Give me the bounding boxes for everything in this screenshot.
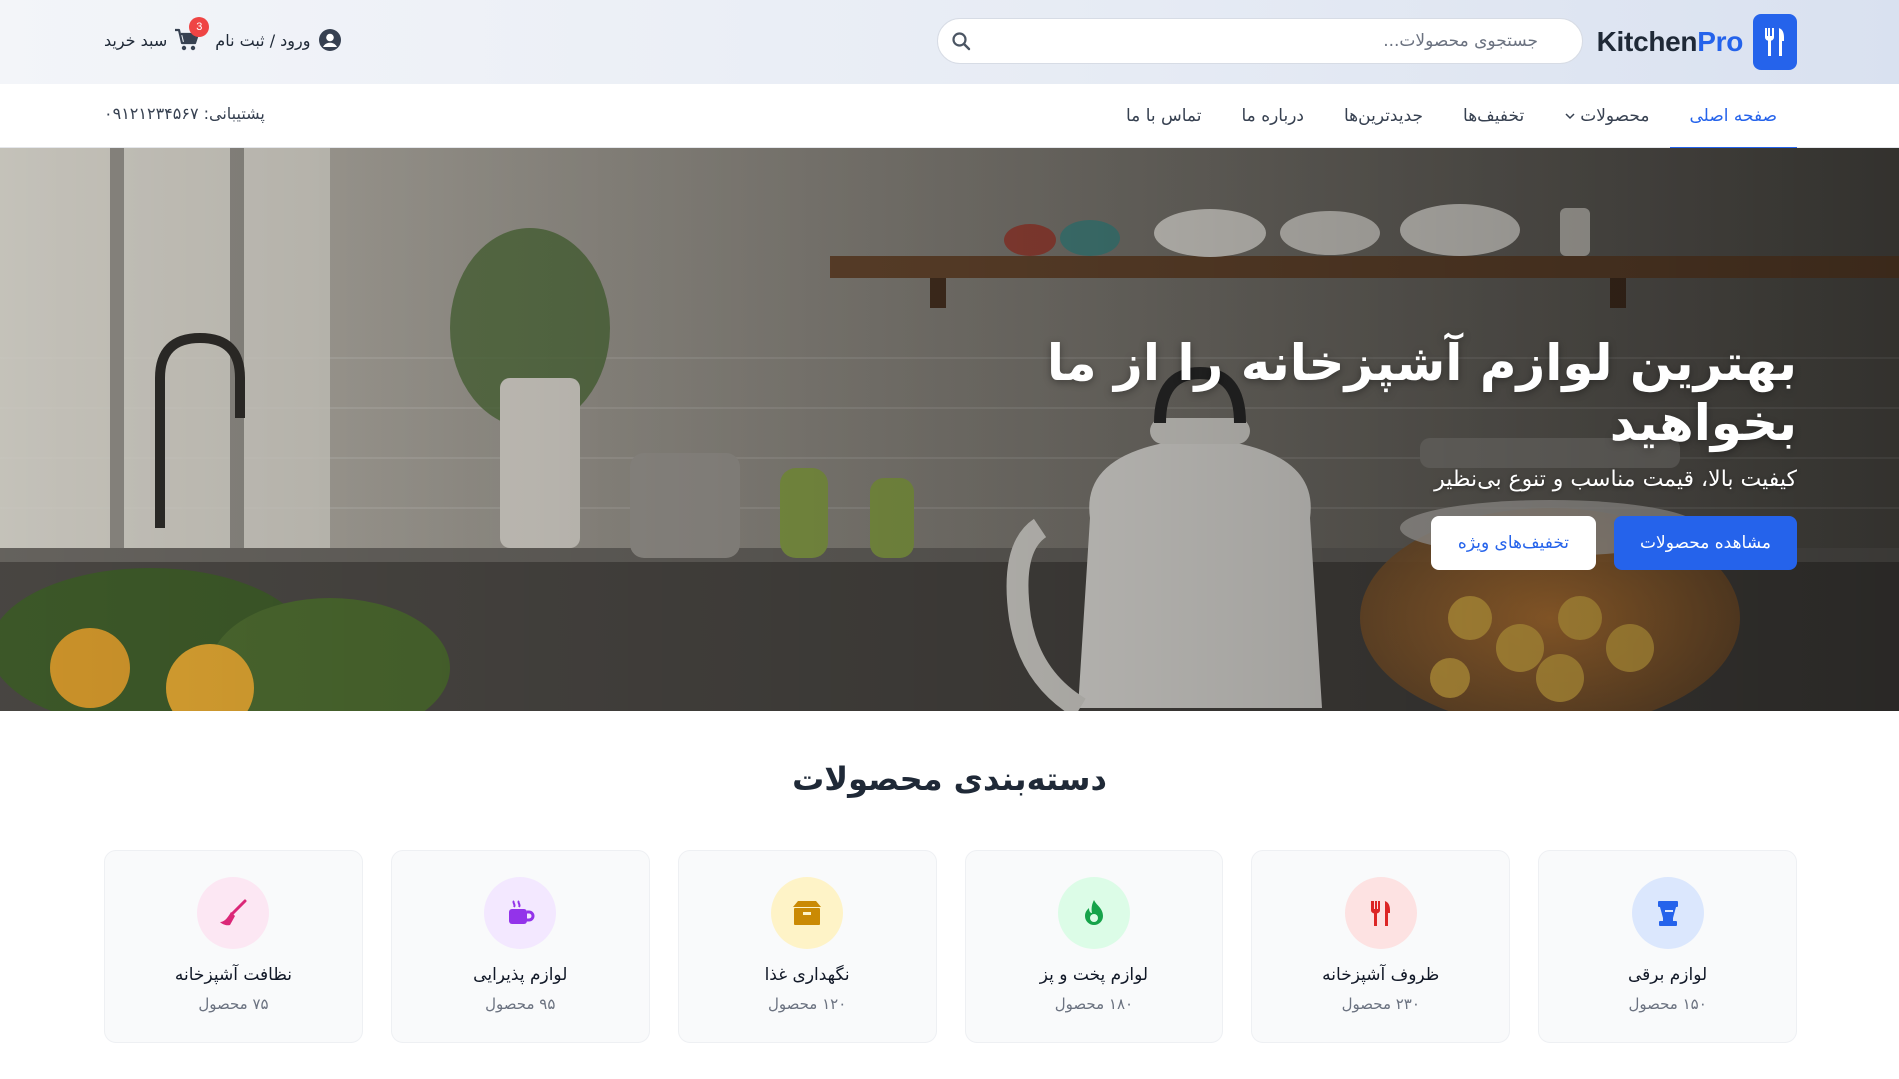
user-area: سبد خرید 3 ورود / ثبت نام [104, 17, 342, 60]
support-phone: پشتیبانی: ۰۹۱۲۱۲۳۴۵۶۷ [104, 104, 265, 123]
category-card-cooking[interactable]: لوازم پخت و پز ۱۸۰ محصول [964, 850, 1224, 1043]
top-header: KitchenPro سبد خرید 3 و [0, 0, 1899, 84]
utensils-icon [1344, 877, 1417, 949]
special-offers-button[interactable]: تخفیف‌های ویژه [1430, 516, 1597, 570]
search-icon [952, 32, 971, 51]
broom-icon [197, 877, 270, 949]
hero-banner: بهترین لوازم آشپزخانه را از ما بخواهید ک… [0, 148, 1899, 711]
cart-count-badge: 3 [189, 17, 210, 37]
category-card-dishes[interactable]: ظروف آشپزخانه ۲۳۰ محصول [1251, 850, 1511, 1043]
nav-item-label: صفحه اصلی [1689, 106, 1777, 126]
nav-item-label: محصولات [1580, 106, 1650, 126]
category-name: نگهداری غذا [764, 965, 850, 985]
login-label: ورود / ثبت نام [215, 30, 311, 50]
hero-title: بهترین لوازم آشپزخانه را از ما بخواهید [1046, 334, 1797, 452]
fire-icon [1057, 877, 1130, 949]
category-count: ۹۵ محصول [485, 995, 556, 1013]
mug-hot-icon [484, 877, 557, 949]
category-count: ۱۲۰ محصول [767, 995, 847, 1013]
categories-grid: لوازم برقی ۱۵۰ محصول ظروف آشپزخانه ۲۳۰ م… [104, 850, 1797, 1043]
category-card-storage[interactable]: نگهداری غذا ۱۲۰ محصول [677, 850, 937, 1043]
main-nav: صفحه اصلی محصولات تخفیف‌ها جدیدترین‌ها د… [0, 84, 1899, 149]
category-count: ۷۵ محصول [198, 995, 269, 1013]
search-button[interactable] [938, 18, 984, 64]
cart-button[interactable]: سبد خرید 3 [104, 17, 210, 54]
chevron-down-icon [1565, 113, 1575, 120]
nav-item-products[interactable]: محصولات [1544, 84, 1669, 148]
blender-icon [1631, 877, 1704, 949]
category-name: ظروف آشپزخانه [1322, 965, 1440, 985]
nav-item-about[interactable]: درباره ما [1222, 84, 1325, 148]
hero-content: بهترین لوازم آشپزخانه را از ما بخواهید ک… [897, 333, 1797, 570]
category-name: لوازم پخت و پز [1039, 965, 1149, 985]
view-products-button[interactable]: مشاهده محصولات [1614, 516, 1797, 570]
nav-item-label: تماس با ما [1126, 106, 1202, 126]
box-icon [771, 877, 844, 949]
category-name: نظافت آشپزخانه [174, 965, 292, 985]
brand-name-part2: Pro [1697, 26, 1743, 57]
fork-knife-icon [1753, 14, 1797, 70]
brand-name-part1: Kitchen [1596, 26, 1698, 57]
nav-item-label: درباره ما [1241, 106, 1305, 126]
nav-item-home[interactable]: صفحه اصلی [1669, 84, 1798, 149]
category-count: ۱۸۰ محصول [1054, 995, 1134, 1013]
category-count: ۱۵۰ محصول [1628, 995, 1707, 1013]
user-circle-icon [319, 29, 342, 51]
nav-item-newest[interactable]: جدیدترین‌ها [1324, 84, 1443, 148]
category-card-electric[interactable]: لوازم برقی ۱۵۰ محصول [1538, 850, 1797, 1043]
search-bar [937, 18, 1583, 64]
hero-subtitle: کیفیت بالا، قیمت مناسب و تنوع بی‌نظیر [1434, 467, 1797, 492]
category-card-cleaning[interactable]: نظافت آشپزخانه ۷۵ محصول [104, 850, 363, 1043]
category-card-serving[interactable]: لوازم پذیرایی ۹۵ محصول [390, 850, 650, 1043]
category-name: لوازم برقی [1627, 965, 1708, 985]
search-input[interactable] [984, 19, 1582, 63]
brand-logo[interactable]: KitchenPro [1597, 14, 1797, 70]
cart-label: سبد خرید [104, 30, 168, 50]
category-count: ۲۳۰ محصول [1341, 995, 1420, 1013]
nav-item-discounts[interactable]: تخفیف‌ها [1443, 84, 1544, 148]
nav-item-contact[interactable]: تماس با ما [1106, 84, 1222, 148]
categories-title: دسته‌بندی محصولات [792, 760, 1107, 798]
nav-item-label: تخفیف‌ها [1463, 106, 1525, 126]
category-name: لوازم پذیرایی [473, 965, 568, 985]
hero-buttons: مشاهده محصولات تخفیف‌های ویژه [897, 516, 1797, 570]
nav-links: صفحه اصلی محصولات تخفیف‌ها جدیدترین‌ها د… [1106, 84, 1798, 149]
nav-item-label: جدیدترین‌ها [1344, 106, 1424, 126]
cart-icon: 3 [173, 17, 210, 54]
login-register-link[interactable]: ورود / ثبت نام [215, 28, 342, 52]
brand-name: KitchenPro [1596, 26, 1744, 58]
